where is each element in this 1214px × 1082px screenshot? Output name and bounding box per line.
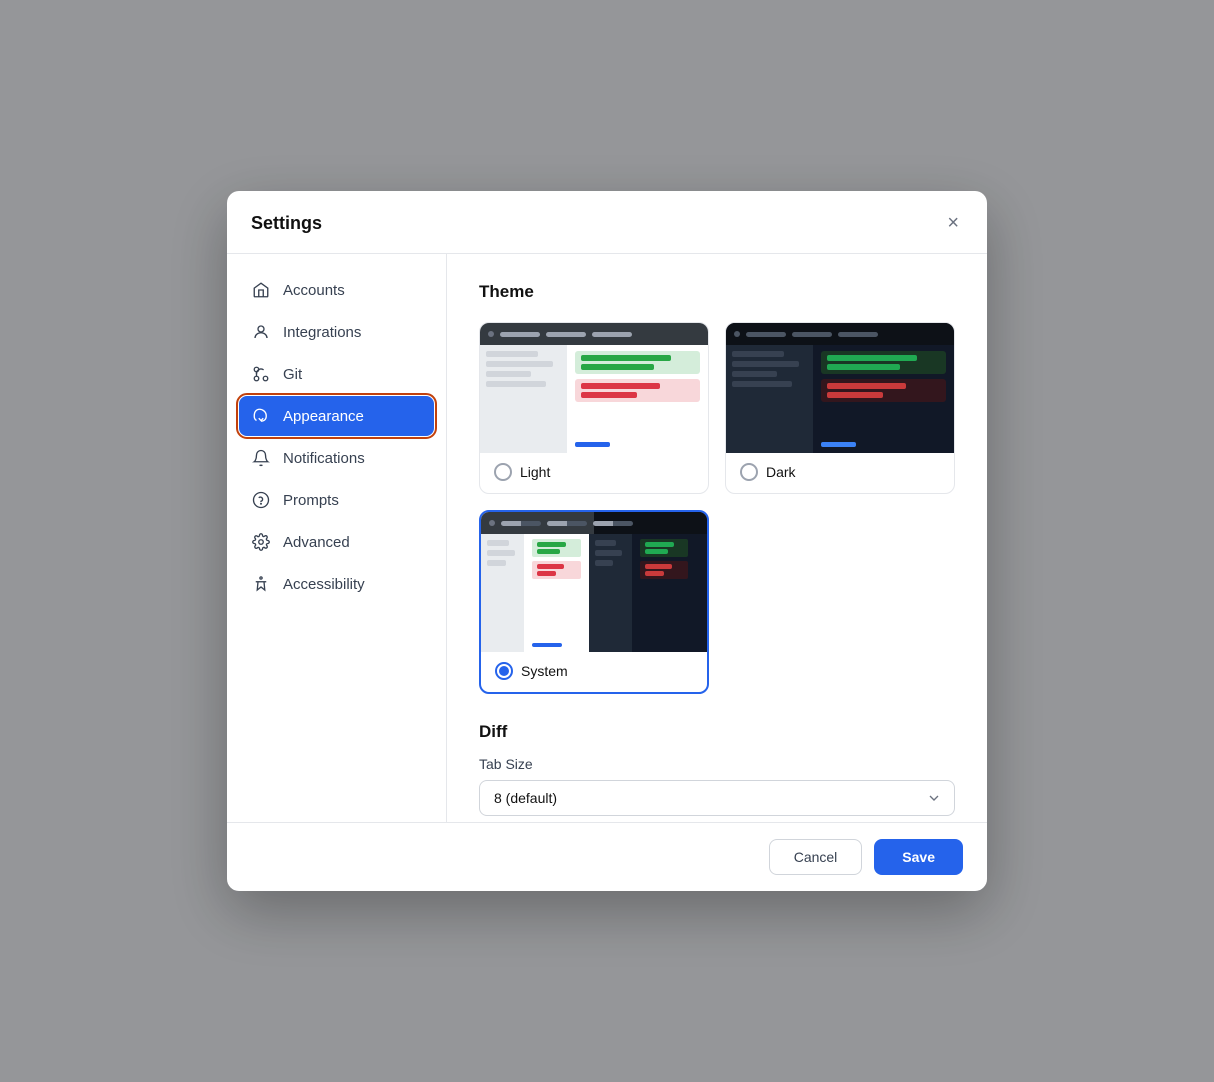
diff-section: Diff Tab Size 2 4 8 (default) 16 bbox=[479, 722, 955, 816]
sidebar-item-accounts-label: Accounts bbox=[283, 282, 345, 299]
sidebar-item-accessibility[interactable]: Accessibility bbox=[239, 564, 434, 604]
theme-preview-dark bbox=[726, 323, 954, 453]
help-icon bbox=[251, 490, 271, 510]
modal-body: Accounts Integrations bbox=[227, 254, 987, 822]
sidebar-item-notifications[interactable]: Notifications bbox=[239, 438, 434, 478]
theme-section-title: Theme bbox=[479, 282, 955, 302]
sidebar-item-prompts[interactable]: Prompts bbox=[239, 480, 434, 520]
sidebar-item-advanced-label: Advanced bbox=[283, 534, 350, 551]
theme-card-dark[interactable]: Dark bbox=[725, 322, 955, 494]
save-button[interactable]: Save bbox=[874, 839, 963, 875]
modal-header: Settings × bbox=[227, 191, 987, 254]
close-button[interactable]: × bbox=[943, 209, 963, 237]
sidebar-item-accessibility-label: Accessibility bbox=[283, 576, 365, 593]
content-area: Theme bbox=[447, 254, 987, 822]
light-theme-label: Light bbox=[520, 464, 550, 480]
tab-size-label: Tab Size bbox=[479, 756, 955, 772]
sidebar-item-git[interactable]: Git bbox=[239, 354, 434, 394]
accessibility-icon bbox=[251, 574, 271, 594]
settings-modal: Settings × Accounts bbox=[227, 191, 987, 891]
brush-icon bbox=[251, 406, 271, 426]
diff-section-title: Diff bbox=[479, 722, 955, 742]
sidebar-item-git-label: Git bbox=[283, 366, 302, 383]
sidebar-item-advanced[interactable]: Advanced bbox=[239, 522, 434, 562]
home-icon bbox=[251, 280, 271, 300]
sidebar-item-accounts[interactable]: Accounts bbox=[239, 270, 434, 310]
dark-theme-label: Dark bbox=[766, 464, 796, 480]
modal-footer: Cancel Save bbox=[227, 822, 987, 891]
theme-card-system[interactable]: System bbox=[479, 510, 709, 694]
modal-title: Settings bbox=[251, 213, 322, 234]
sidebar-item-integrations-label: Integrations bbox=[283, 324, 361, 341]
sidebar-item-notifications-label: Notifications bbox=[283, 450, 365, 467]
modal-overlay: Settings × Accounts bbox=[0, 0, 1214, 1082]
dark-theme-radio[interactable] bbox=[740, 463, 758, 481]
sidebar-item-appearance-label: Appearance bbox=[283, 408, 364, 425]
cancel-button[interactable]: Cancel bbox=[769, 839, 863, 875]
sidebar-item-prompts-label: Prompts bbox=[283, 492, 339, 509]
theme-preview-light bbox=[480, 323, 708, 453]
sidebar-item-integrations[interactable]: Integrations bbox=[239, 312, 434, 352]
theme-preview-system bbox=[481, 512, 707, 652]
gear-icon bbox=[251, 532, 271, 552]
theme-grid: Light bbox=[479, 322, 955, 694]
system-theme-label: System bbox=[521, 663, 568, 679]
tab-size-select[interactable]: 2 4 8 (default) 16 bbox=[479, 780, 955, 816]
git-icon bbox=[251, 364, 271, 384]
light-theme-radio[interactable] bbox=[494, 463, 512, 481]
system-theme-radio[interactable] bbox=[495, 662, 513, 680]
person-icon bbox=[251, 322, 271, 342]
theme-card-light[interactable]: Light bbox=[479, 322, 709, 494]
theme-section: Theme bbox=[479, 282, 955, 694]
sidebar-item-appearance[interactable]: Appearance bbox=[239, 396, 434, 436]
bell-icon bbox=[251, 448, 271, 468]
sidebar: Accounts Integrations bbox=[227, 254, 447, 822]
